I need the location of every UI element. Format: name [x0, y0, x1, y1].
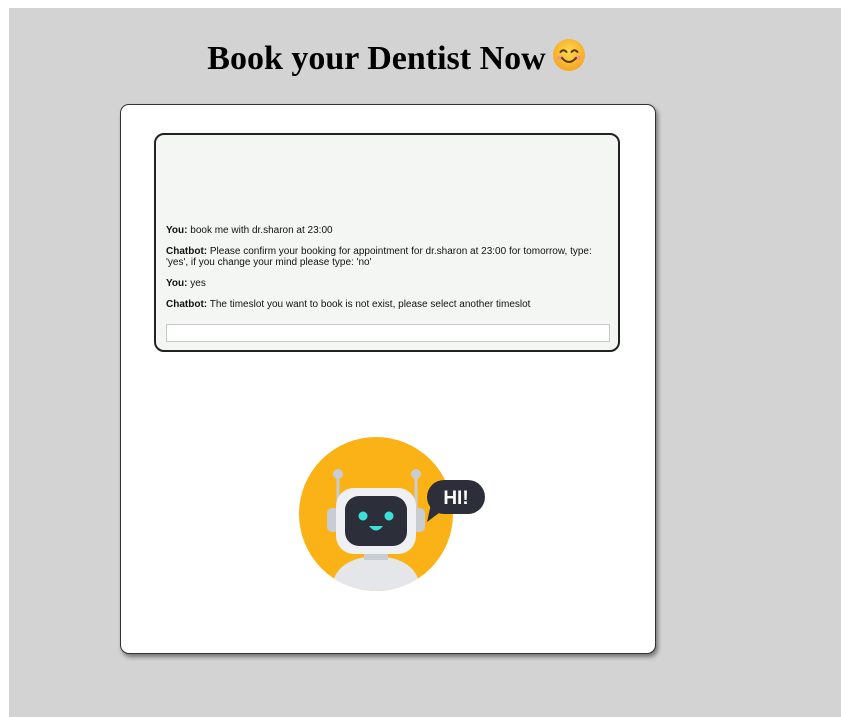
chat-message: Chatbot: Please confirm your booking for…: [166, 246, 608, 268]
booking-card: You: book me with dr.sharon at 23:00 Cha…: [120, 104, 656, 654]
chat-message: You: book me with dr.sharon at 23:00: [166, 225, 608, 236]
robot-icon: HI!: [279, 390, 509, 630]
page-title: Book your Dentist Now: [9, 38, 784, 82]
message-sender: You:: [166, 225, 188, 236]
message-text: The timeslot you want to book is not exi…: [209, 299, 531, 310]
chat-message: You: yes: [166, 278, 608, 289]
chat-input[interactable]: [166, 324, 610, 342]
chat-message: Chatbot: The timeslot you want to book i…: [166, 299, 608, 310]
page-background: Book your Dentist Now You: book me with …: [9, 8, 841, 717]
message-text: book me with dr.sharon at 23:00: [190, 225, 333, 236]
message-sender: Chatbot:: [166, 246, 208, 257]
chat-window: You: book me with dr.sharon at 23:00 Cha…: [154, 133, 620, 352]
message-sender: Chatbot:: [166, 299, 208, 310]
message-sender: You:: [166, 278, 188, 289]
page-title-text: Book your Dentist Now: [207, 40, 546, 77]
message-text: yes: [190, 278, 206, 289]
chat-messages: You: book me with dr.sharon at 23:00 Cha…: [166, 225, 608, 310]
message-text: Please confirm your booking for appointm…: [166, 246, 592, 268]
robot-illustration: HI!: [279, 390, 509, 630]
speech-bubble-text: HI!: [443, 488, 468, 509]
smiling-face-emoji-icon: [552, 38, 586, 82]
